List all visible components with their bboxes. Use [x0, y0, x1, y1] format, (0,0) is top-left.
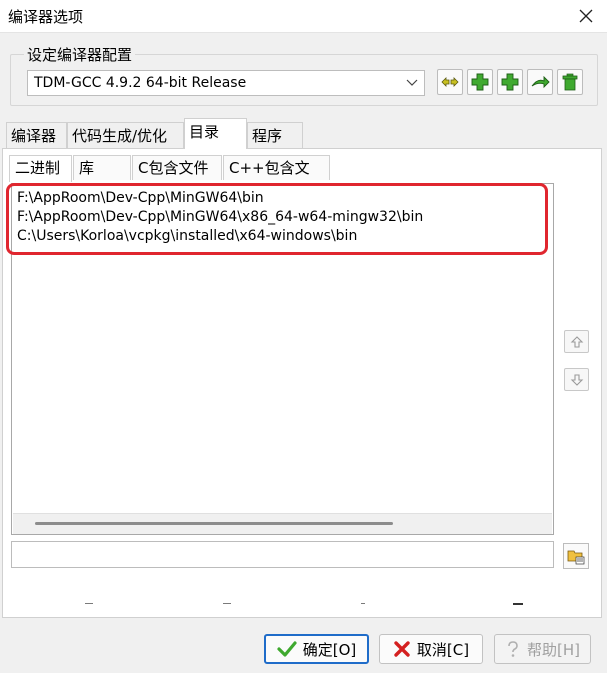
browse-folder-button[interactable]	[563, 543, 589, 569]
scrollbar-thumb[interactable]	[35, 522, 393, 525]
subtab-libraries[interactable]: 库	[73, 155, 131, 180]
cancel-button[interactable]: 取消[C]	[379, 634, 483, 664]
ok-button[interactable]: 确定[O]	[264, 634, 369, 664]
tab-codegen[interactable]: 代码生成/优化	[67, 122, 184, 148]
rename-icon	[441, 77, 459, 87]
close-icon	[579, 9, 593, 23]
list-item[interactable]: F:\AppRoom\Dev-Cpp\MinGW64\x86_64-w64-mi…	[17, 209, 423, 225]
move-up-button[interactable]	[564, 330, 589, 353]
window-title: 编译器选项	[8, 8, 84, 26]
tab-label: 目录	[189, 123, 220, 141]
subtab-label: 二进制	[15, 159, 61, 177]
directory-list[interactable]: F:\AppRoom\Dev-Cpp\MinGW64\bin F:\AppRoo…	[11, 183, 554, 535]
arrow-icon	[531, 75, 550, 89]
chevron-down-icon	[406, 79, 418, 86]
replace-path-button[interactable]	[223, 603, 231, 604]
tab-label: 程序	[252, 127, 283, 145]
check-icon	[277, 641, 297, 657]
browse-folder-icon	[567, 550, 585, 565]
help-icon	[508, 641, 518, 657]
delete-compiler-button[interactable]	[557, 69, 583, 95]
cancel-button-label: 取消[C]	[416, 640, 470, 659]
close-button[interactable]	[568, 0, 604, 32]
subtab-cpp-includes[interactable]: C++包含文件	[223, 155, 330, 202]
add-icon	[471, 73, 489, 91]
help-button[interactable]: 帮助[H]	[494, 634, 591, 664]
help-button-label: 帮助[H]	[527, 640, 580, 659]
list-item[interactable]: C:\Users\Korloa\vcpkg\installed\x64-wind…	[17, 228, 357, 244]
rename-compiler-button[interactable]	[437, 69, 463, 95]
copy-compiler-button[interactable]	[497, 69, 523, 95]
compiler-set-label: 设定编译器配置	[24, 44, 136, 65]
subtab-label: 库	[79, 159, 95, 177]
tab-compiler[interactable]: 编译器	[6, 122, 67, 148]
tab-label: 代码生成/优化	[72, 127, 168, 145]
tab-label: 编译器	[11, 127, 57, 145]
delete-path-button[interactable]	[361, 603, 365, 604]
subtab-label: C包含文件	[138, 159, 209, 177]
copy-add-icon	[501, 73, 519, 91]
subtab-c-includes[interactable]: C包含文件	[132, 155, 222, 180]
ok-button-label: 确定[O]	[302, 640, 357, 659]
move-down-icon	[570, 373, 583, 386]
list-item[interactable]: F:\AppRoom\Dev-Cpp\MinGW64\bin	[17, 190, 264, 206]
horizontal-scrollbar[interactable]	[13, 513, 552, 534]
trash-icon	[562, 73, 578, 91]
move-up-icon	[570, 335, 583, 348]
tab-programs[interactable]: 程序	[247, 122, 303, 148]
clear-paths-button[interactable]	[513, 603, 523, 605]
find-compiler-button[interactable]	[527, 69, 553, 95]
add-compiler-button[interactable]	[467, 69, 493, 95]
title-bar	[0, 0, 607, 33]
move-down-button[interactable]	[564, 368, 589, 391]
tab-directories[interactable]: 目录	[184, 118, 247, 149]
path-input[interactable]	[11, 541, 554, 568]
subtab-binaries[interactable]: 二进制	[9, 155, 72, 182]
add-path-button[interactable]	[85, 603, 93, 604]
compiler-set-value: TDM-GCC 4.9.2 64-bit Release	[34, 75, 247, 91]
x-icon	[394, 641, 410, 657]
compiler-set-select[interactable]: TDM-GCC 4.9.2 64-bit Release	[27, 70, 425, 96]
